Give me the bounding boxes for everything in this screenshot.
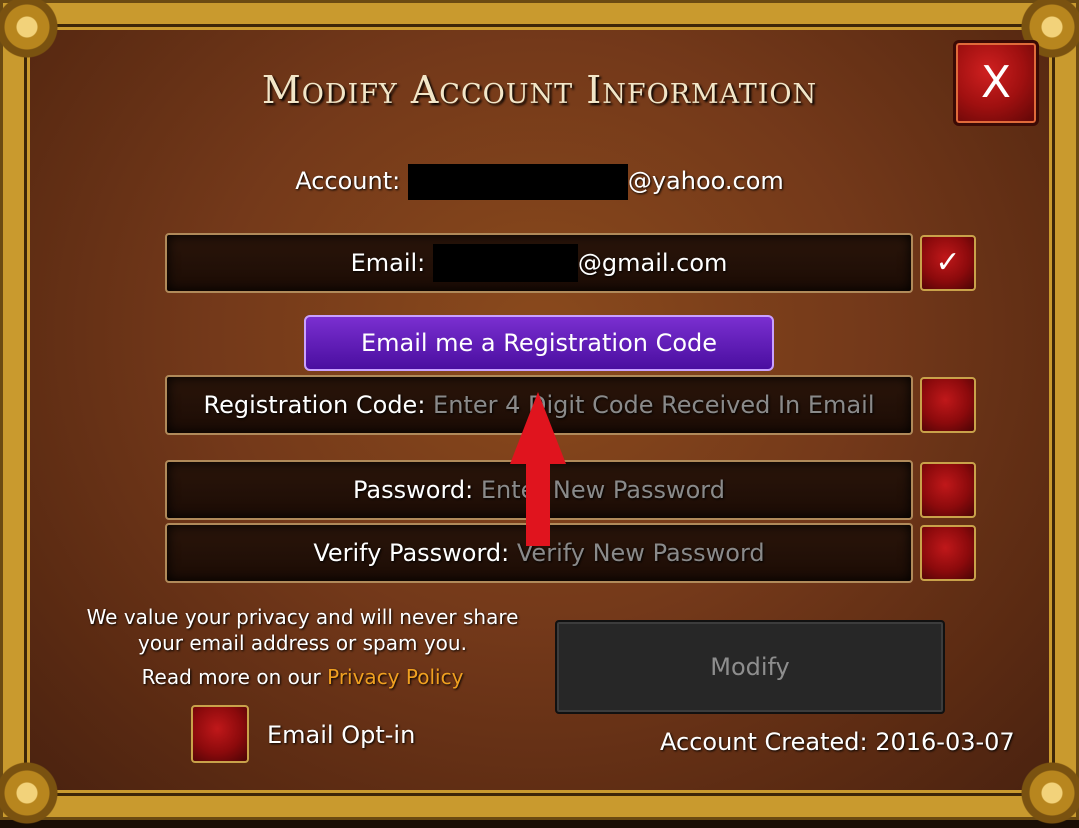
registration-code-status-box: [920, 377, 976, 433]
email-verified-checkbox[interactable]: ✓: [920, 235, 976, 291]
email-optin-checkbox[interactable]: [191, 705, 249, 763]
corner-ornament-bottom-left: [0, 758, 62, 828]
privacy-policy-link[interactable]: Privacy Policy: [327, 665, 463, 689]
close-icon[interactable]: X: [981, 57, 1011, 108]
corner-ornament-bottom-right: [1017, 758, 1079, 828]
read-more-text: Read more on our: [141, 665, 321, 689]
registration-code-label: Registration Code:: [203, 391, 426, 419]
account-created-date: Account Created: 2016-03-07: [660, 728, 1015, 756]
email-redacted-username: [432, 244, 578, 282]
privacy-read-more: Read more on our Privacy Policy: [70, 664, 535, 690]
email-optin-label: Email Opt-in: [267, 721, 416, 749]
account-redacted-username: [407, 164, 628, 200]
email-domain: @gmail.com: [577, 249, 728, 277]
annotation-arrow-icon: [510, 392, 566, 546]
verify-password-status-box: [920, 525, 976, 581]
account-label: Account:: [295, 167, 401, 195]
email-label: Email:: [350, 249, 426, 277]
privacy-notice: We value your privacy and will never sha…: [70, 604, 535, 656]
password-label: Password:: [353, 476, 474, 504]
corner-ornament-top-left: [0, 0, 62, 62]
account-line: Account: @yahoo.com: [0, 164, 1079, 200]
privacy-line-1: We value your privacy and will never sha…: [86, 605, 519, 629]
verify-password-label: Verify Password:: [313, 539, 510, 567]
modify-button[interactable]: Modify: [555, 620, 945, 714]
dialog-title: Modify Account Information: [261, 68, 818, 112]
email-field[interactable]: Email: @gmail.com: [165, 233, 913, 293]
privacy-line-2: your email address or spam you.: [138, 631, 467, 655]
close-button[interactable]: X: [953, 40, 1039, 126]
checkmark-icon: ✓: [935, 245, 961, 280]
account-domain: @yahoo.com: [627, 167, 784, 195]
email-registration-code-button[interactable]: Email me a Registration Code: [304, 315, 774, 371]
password-status-box: [920, 462, 976, 518]
registration-code-placeholder: Enter 4 Digit Code Received In Email: [433, 391, 875, 419]
